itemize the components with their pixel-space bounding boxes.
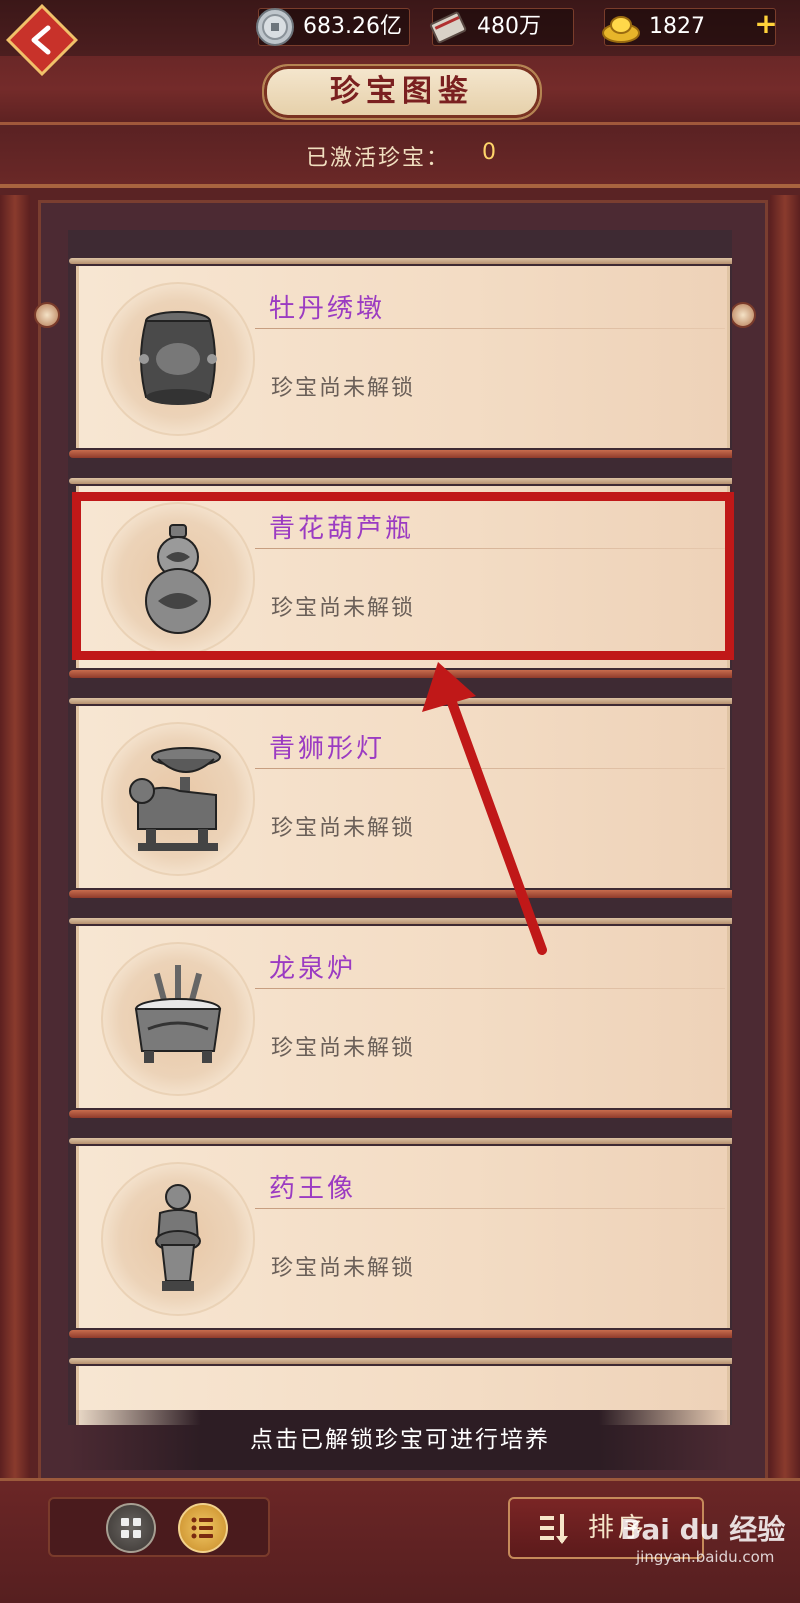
frame-left [0,195,30,1495]
list-view-button[interactable] [178,1503,228,1553]
book-stack-icon [429,11,467,44]
statue-icon [155,1184,201,1291]
scroll-rod [69,1138,732,1144]
treasure-name: 龙泉炉 [269,954,357,984]
silver-resource: 683.26亿 [256,8,410,46]
list-icon [191,1517,213,1539]
drum-stool-icon [139,311,217,405]
censer-icon [134,965,222,1063]
books-value: 480万 [477,14,541,39]
hint-bar: 点击已解锁珍宝可进行培养 [68,1410,732,1470]
silver-coin-icon [256,8,294,46]
gold-resource: 1827 [602,8,776,46]
scroll-rod [69,258,732,264]
grid-icon [121,1518,141,1538]
scroll-rod [69,890,732,898]
divider [255,328,725,329]
jade-ornament-icon [730,302,756,328]
scroll-rod [69,698,732,704]
treasure-name: 青狮形灯 [269,734,386,764]
scroll-rod [69,1358,732,1364]
treasure-card[interactable]: 牡丹绣墩 珍宝尚未解锁 [69,258,732,458]
treasure-image [101,942,255,1096]
jade-ornament-icon [34,302,60,328]
highlight-box [72,492,734,660]
treasure-status: 珍宝尚未解锁 [271,816,416,841]
hint-text: 点击已解锁珍宝可进行培养 [250,1427,550,1453]
treasure-card[interactable]: 药王像 珍宝尚未解锁 [69,1138,732,1338]
treasure-name: 药王像 [269,1174,357,1204]
treasure-status: 珍宝尚未解锁 [271,1036,416,1061]
scroll-rod [69,918,732,924]
treasure-image [101,282,255,436]
lion-lamp-icon [129,747,221,851]
treasure-name: 牡丹绣墩 [269,294,386,324]
silver-value: 683.26亿 [303,14,402,39]
back-button[interactable] [6,4,78,76]
page-title: 珍宝图鉴 [330,74,474,109]
treasure-list[interactable]: 牡丹绣墩 珍宝尚未解锁 青花葫芦瓶 珍宝尚未解锁 青狮形灯 珍宝尚未解锁 龙泉炉… [68,230,732,1425]
gold-value: 1827 [649,14,705,39]
treasure-status: 珍宝尚未解锁 [271,376,416,401]
title-banner: 珍宝图鉴 [0,56,800,125]
top-bar: 683.26亿 480万 1827 + [0,0,800,58]
sort-icon [540,1514,568,1544]
treasure-card[interactable]: 青狮形灯 珍宝尚未解锁 [69,698,732,898]
treasure-image [101,722,255,876]
divider [255,1208,725,1209]
frame-right [770,195,800,1495]
divider [255,988,725,989]
watermark-url: jingyan.baidu.com [636,1548,775,1566]
activated-label: 已激活珍宝： [306,146,451,171]
scroll-rod [69,1330,732,1338]
watermark: Bai du 经验 [620,1513,786,1546]
books-resource: 480万 [429,8,574,46]
annotation-arrow-icon [422,662,547,955]
title-plate: 珍宝图鉴 [262,64,542,120]
scroll-rod [69,1110,732,1118]
treasure-image [101,1162,255,1316]
grid-view-button[interactable] [106,1503,156,1553]
treasure-card[interactable]: 龙泉炉 珍宝尚未解锁 [69,918,732,1118]
gold-ingot-icon [602,16,640,43]
scroll-rod [69,670,732,678]
scroll-rod [69,478,732,484]
activated-count: 0 [482,140,496,165]
activated-bar: 已激活珍宝： 0 [0,128,800,188]
view-toggle-group [48,1497,270,1557]
add-gold-button[interactable]: + [752,10,780,38]
treasure-status: 珍宝尚未解锁 [271,1256,416,1281]
scroll-rod [69,450,732,458]
